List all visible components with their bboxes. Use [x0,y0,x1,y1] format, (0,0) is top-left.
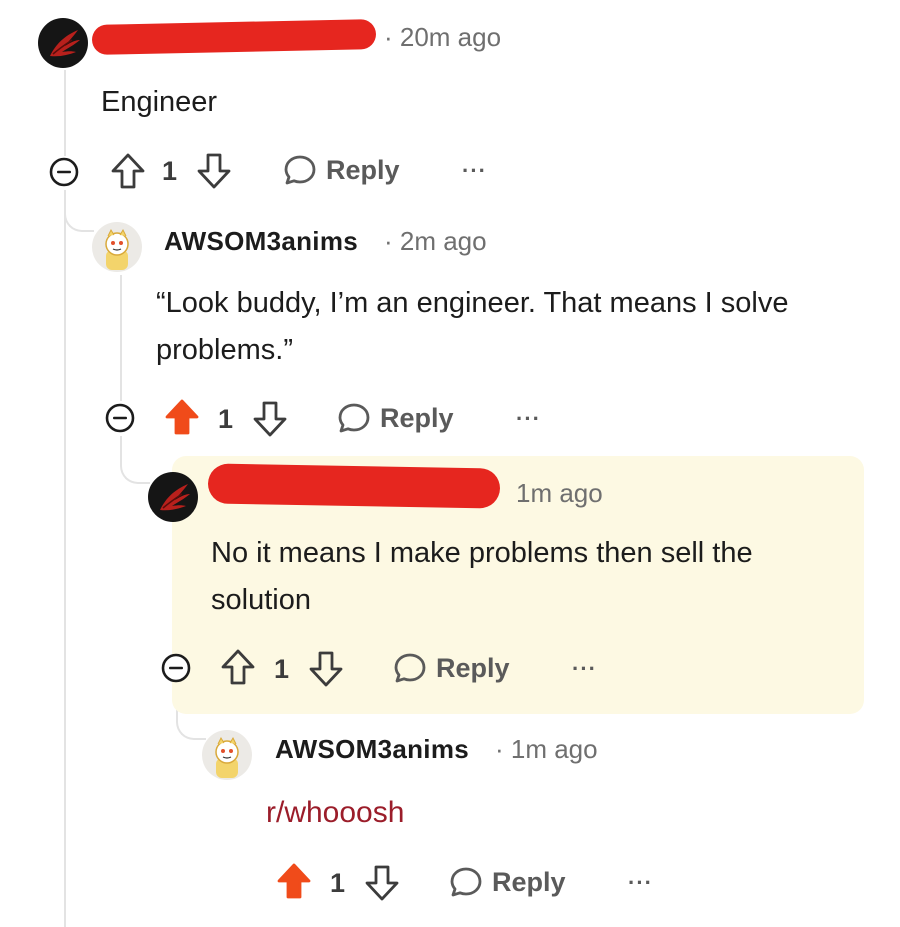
downvote-outline-icon [197,153,231,189]
vote-count: 1 [274,654,290,684]
reply-bubble-icon [450,867,482,897]
downvote-button[interactable] [364,864,400,902]
downvote-outline-icon [365,865,399,901]
vote-count: 1 [162,156,178,186]
thread-line-level1 [120,275,122,401]
comment-author[interactable]: AWSOM3anims [164,226,358,257]
vote-count: 1 [330,868,346,898]
comment-body: Engineer [101,86,218,118]
thread-line-root-lower [64,190,66,927]
upvote-button[interactable] [164,398,200,436]
reply-label: Reply [380,402,454,433]
upvote-button[interactable] [220,648,256,686]
vote-count: 1 [218,404,234,434]
upvote-filled-icon [277,863,311,899]
downvote-button[interactable] [196,152,232,190]
reply-label: Reply [492,866,566,897]
more-options-button[interactable]: ··· [516,406,541,432]
upvote-button[interactable] [276,862,312,900]
reply-button[interactable]: Reply [392,650,510,686]
reply-label: Reply [436,652,510,683]
comment-meta: 1m ago [516,478,603,508]
collapse-button[interactable] [160,652,192,684]
reply-bubble-icon [338,403,370,433]
upvote-filled-icon [165,399,199,435]
reply-bubble-icon [284,155,316,185]
dark-phoenix-avatar[interactable] [38,18,88,68]
snoo-mascot-avatar[interactable] [202,730,252,780]
reply-button[interactable]: Reply [336,400,454,436]
downvote-button[interactable] [308,650,344,688]
reply-bubble-icon [394,653,426,683]
dark-phoenix-avatar[interactable] [148,472,198,522]
comment-body: No it means I make problems then sell th… [211,537,753,616]
redacted-username [207,463,501,509]
more-options-button[interactable]: ··· [572,656,597,682]
snoo-mascot-avatar[interactable] [92,222,142,272]
thread-elbow-1 [64,190,94,232]
subreddit-link[interactable]: r/whooosh [266,796,404,830]
collapse-minus-icon [105,403,135,433]
collapse-button[interactable] [48,156,80,188]
comment-meta: · 2m ago [384,226,487,256]
redacted-username [91,19,377,55]
more-options-button[interactable]: ··· [628,870,653,896]
comment-meta: · 1m ago [495,734,598,764]
downvote-button[interactable] [252,400,288,438]
upvote-outline-icon [111,153,145,189]
collapse-button[interactable] [104,402,136,434]
reply-button[interactable]: Reply [282,152,400,188]
reply-label: Reply [326,154,400,185]
downvote-outline-icon [253,401,287,437]
comment-author[interactable]: AWSOM3anims [275,734,469,765]
comment-body: “Look buddy, I’m an engineer. That means… [156,287,789,366]
thread-elbow-2 [120,436,150,484]
upvote-button[interactable] [110,152,146,190]
more-options-button[interactable]: ··· [462,158,487,184]
thread-line-root [64,70,66,156]
comment-meta: · 20m ago [384,22,502,52]
downvote-outline-icon [309,651,343,687]
reply-button[interactable]: Reply [448,864,566,900]
upvote-outline-icon [221,649,255,685]
collapse-minus-icon [161,653,191,683]
collapse-minus-icon [49,157,79,187]
